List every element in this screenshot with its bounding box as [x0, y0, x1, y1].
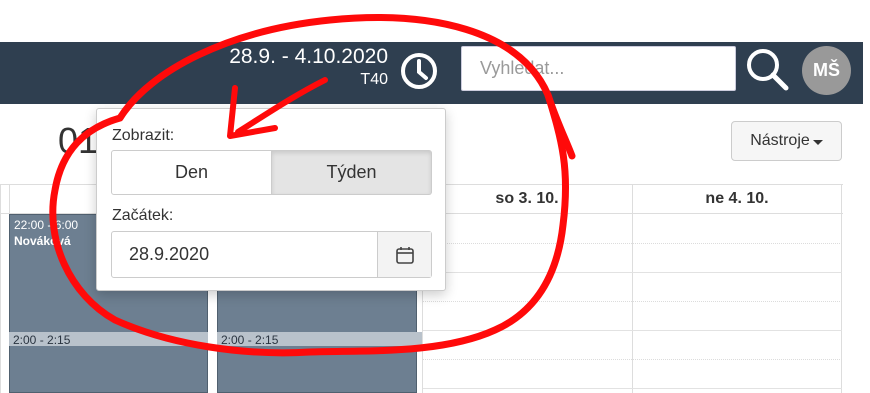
view-settings-popover: Zobrazit: Den Týden Začátek: 28.9.2020 [96, 108, 446, 291]
week-number: T40 [360, 71, 388, 88]
tools-button[interactable]: Nástroje [731, 121, 842, 161]
tools-button-label: Nástroje [750, 132, 810, 149]
caret-down-icon [812, 139, 823, 145]
column-divider [632, 184, 633, 393]
view-label: Zobrazit: [112, 127, 175, 144]
break-event[interactable]: 2:00 - 2:15 [217, 332, 422, 347]
slot-line [423, 243, 842, 244]
view-day-button[interactable]: Den [111, 150, 272, 195]
start-label: Začátek: [112, 207, 174, 224]
slot-line [423, 330, 842, 331]
view-week-button[interactable]: Týden [272, 150, 432, 195]
avatar[interactable]: MŠ [802, 46, 851, 95]
calendar-icon [395, 246, 414, 264]
slot-line [423, 301, 842, 302]
start-date-value[interactable]: 28.9.2020 [112, 232, 377, 277]
start-date-field[interactable]: 28.9.2020 [111, 231, 432, 278]
date-range[interactable]: 28.9. - 4.10.2020 [150, 44, 388, 70]
slot-line [423, 359, 842, 360]
date-picker-button[interactable] [377, 232, 431, 277]
day-header-sat: so 3. 10. [495, 190, 559, 207]
top-navbar: 28.9. - 4.10.2020 T40 MŠ [0, 42, 863, 104]
search-input[interactable] [461, 46, 736, 91]
slot-line [423, 388, 842, 389]
page-title: 01 [58, 120, 99, 161]
clock-icon[interactable] [398, 50, 440, 92]
view-toggle: Den Týden [111, 150, 432, 195]
day-header-sun: ne 4. 10. [705, 190, 769, 207]
search-icon[interactable] [744, 46, 790, 92]
top-margin [0, 0, 870, 42]
break-event[interactable]: 2:00 - 2:15 [9, 332, 208, 347]
slot-line [423, 272, 842, 273]
